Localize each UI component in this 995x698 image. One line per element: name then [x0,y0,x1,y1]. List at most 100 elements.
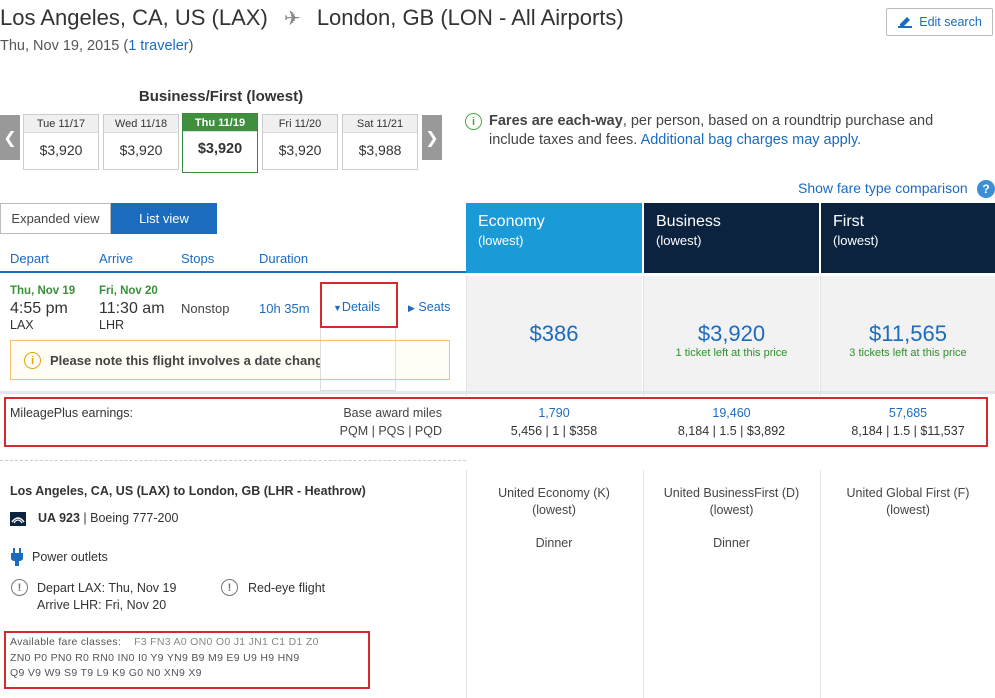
mileage-highlight [4,397,988,447]
arrive-date: Fri, Nov 20 [99,285,158,297]
price-cell-business[interactable]: $3,920 1 ticket left at this price [644,276,819,391]
calendar-prev-button[interactable]: ❮ [0,115,20,160]
column-divider [643,276,644,396]
column-duration[interactable]: Duration [259,251,308,266]
column-header-underline [0,271,466,273]
search-date: Thu, Nov 19, 2015 [0,38,120,54]
cabin-sub: (lowest) [656,233,702,248]
segment-depart: Depart LAX: Thu, Nov 19 [37,581,177,595]
calendar-day[interactable]: Wed 11/18 $3,920 [103,114,179,170]
calendar-day[interactable]: Fri 11/20 $3,920 [262,114,338,170]
column-stops[interactable]: Stops [181,251,214,266]
calendar-day-label: Fri 11/20 [263,115,337,133]
fare-note: Fares are each-way, per person, based on… [489,112,979,150]
search-date-line: Thu, Nov 19, 2015 (1 traveler) [0,38,194,54]
depart-date: Thu, Nov 19 [10,285,76,297]
fare-note-bold: Fares are each-way [489,113,623,129]
price-business[interactable]: $3,920 [644,321,819,347]
caret-down-icon: ▼ [333,303,342,313]
column-depart[interactable]: Depart [10,251,49,266]
edit-search-label: Edit search [919,15,982,29]
arrive-time: 11:30 am [99,300,165,317]
cabin-product-sub: (lowest) [886,503,930,517]
column-arrive[interactable]: Arrive [99,251,133,266]
chevron-right-icon: ❯ [425,129,439,147]
power-outlet-icon [11,548,23,566]
calendar-next-button[interactable]: ❯ [422,115,442,160]
cabin-product-sub: (lowest) [709,503,754,517]
price-cell-first[interactable]: $11,565 3 tickets left at this price [821,276,995,391]
calendar-title: Business/First (lowest) [138,88,304,105]
cabin-name: Economy [478,213,545,230]
price-cell-economy[interactable]: $386 [466,276,642,391]
flight-number-line: UA 923 | Boeing 777-200 [38,511,179,525]
cabin-product-economy: United Economy (K) (lowest) Dinner [466,485,642,552]
flight-stops: Nonstop [181,301,230,316]
segment-title: Los Angeles, CA, US (LAX) to London, GB … [10,484,366,498]
column-divider [820,276,821,396]
cabin-meal: Dinner [535,536,573,550]
flight-duration[interactable]: 10h 35m [259,301,310,316]
calendar-day-price: $3,988 [358,142,402,158]
chevron-left-icon: ❮ [3,129,17,147]
help-icon[interactable]: ? [977,180,995,198]
edit-search-button[interactable]: Edit search [886,8,993,36]
price-economy[interactable]: $386 [466,321,642,347]
depart-time: 4:55 pm [10,300,68,317]
route-title: Los Angeles, CA, US (LAX) ✈ London, GB (… [0,5,624,31]
column-divider [466,276,467,396]
cabin-name: Business [656,213,721,230]
tab-expanded-view[interactable]: Expanded view [0,203,111,234]
cabin-product-name: United BusinessFirst (D) [663,486,800,500]
dotted-divider [0,460,466,461]
cabin-product-business: United BusinessFirst (D) (lowest) Dinner [644,485,819,552]
bag-charges-link[interactable]: Additional bag charges may apply. [641,132,862,148]
origin-city: Los Angeles, CA, US (LAX) [0,5,268,30]
flight-number: UA 923 [38,511,80,525]
info-icon: i [24,352,41,369]
cabin-header-first[interactable]: First (lowest) [821,203,995,273]
cabin-header-economy[interactable]: Economy (lowest) [466,203,642,273]
calendar-day-label: Thu 11/19 [183,114,257,132]
calendar-day-label: Wed 11/18 [104,115,178,133]
cabin-product-name: United Global First (F) [846,486,970,500]
calendar-day-price: $3,920 [197,141,243,157]
cabin-meal: Dinner [713,536,750,550]
details-dropdown-overlay [320,341,396,379]
price-first[interactable]: $11,565 [821,321,995,347]
cabin-header-business[interactable]: Business (lowest) [644,203,819,273]
seats-toggle[interactable]: ▶ Seats [408,300,450,314]
tab-list-view[interactable]: List view [111,203,217,234]
caret-right-icon: ▶ [408,303,415,313]
details-label: Details [341,300,381,314]
cabin-product-first: United Global First (F) (lowest) [821,485,995,519]
cabin-sub: (lowest) [478,233,524,248]
cabin-product-sub: (lowest) [532,503,576,517]
alert-icon: ! [221,579,238,596]
calendar-day-selected[interactable]: Thu 11/19 $3,920 [182,113,258,173]
cabin-product-name: United Economy (K) [498,486,610,500]
calendar-day[interactable]: Sat 11/21 $3,988 [342,114,418,170]
show-fare-comparison-link[interactable]: Show fare type comparison [798,180,968,196]
calendar-day-price: $3,920 [278,142,322,158]
calendar-day-label: Tue 11/17 [24,115,98,133]
pencil-icon [898,17,913,28]
calendar-day-price: $3,920 [39,142,83,158]
travelers-link[interactable]: 1 traveler [128,38,188,54]
calendar-day-price: $3,920 [119,142,163,158]
depart-airport: LAX [10,318,34,332]
power-outlets: Power outlets [32,550,108,564]
cabin-sub: (lowest) [833,233,879,248]
seats-left-business: 1 ticket left at this price [675,347,788,359]
aircraft-type: Boeing 777-200 [90,511,179,525]
section-divider [0,391,995,394]
seats-left-first: 3 tickets left at this price [849,347,967,359]
segment-arrive: Arrive LHR: Fri, Nov 20 [37,598,167,612]
alert-icon: ! [11,579,28,596]
calendar-day-label: Sat 11/21 [343,115,417,133]
info-icon: i [465,113,482,130]
seats-label: Seats [418,300,451,314]
calendar-day[interactable]: Tue 11/17 $3,920 [23,114,99,170]
red-eye-flight: Red-eye flight [248,581,326,595]
details-toggle[interactable]: ▼Details [333,300,380,314]
